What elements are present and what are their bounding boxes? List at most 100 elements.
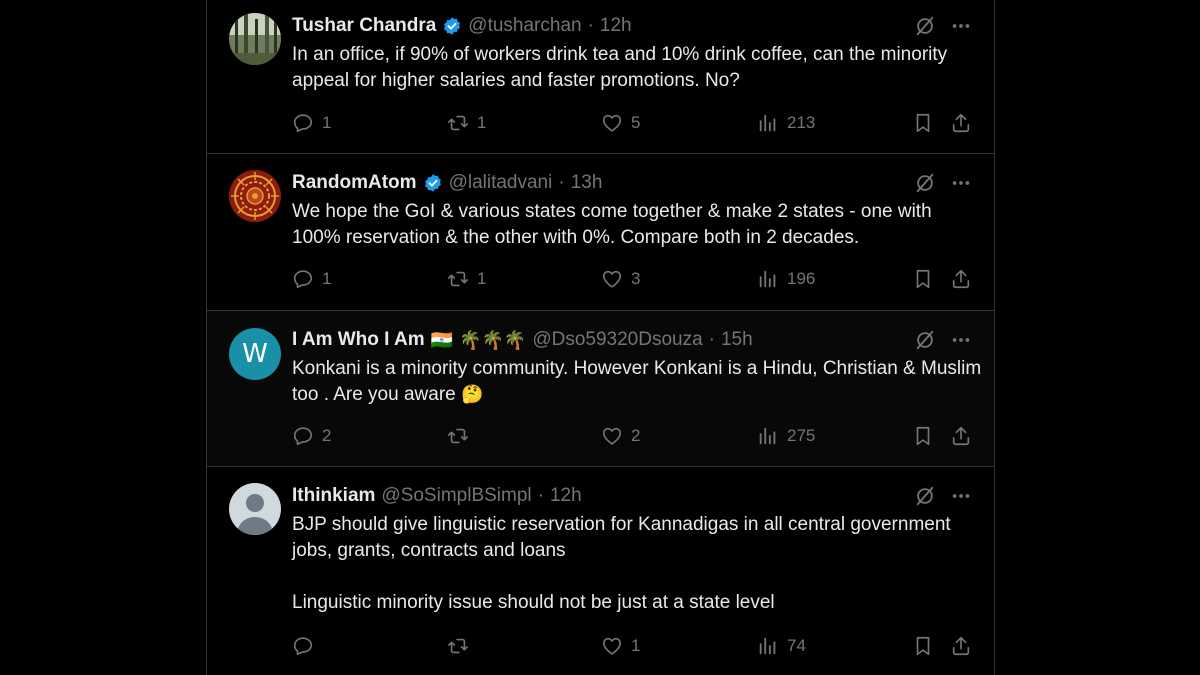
bookmark-icon — [916, 636, 930, 656]
tweet-text: Konkani is a minority community. However… — [292, 356, 982, 408]
views-icon — [759, 270, 776, 288]
views-count: 74 — [787, 636, 806, 655]
more-icon[interactable] — [950, 485, 972, 507]
like-icon — [602, 637, 622, 655]
timeline-column: Tushar Chandra @tusharchan · 12h In an o… — [206, 0, 995, 675]
like-count: 5 — [631, 113, 641, 132]
reply-button[interactable]: 2 — [292, 425, 331, 447]
more-icon[interactable] — [950, 172, 972, 194]
views-button[interactable]: 196 — [757, 268, 815, 290]
thinking-face-emoji: 🤔 — [461, 384, 484, 404]
views-button[interactable]: 213 — [757, 112, 815, 134]
timestamp[interactable]: 12h — [550, 485, 582, 507]
retweet-button[interactable] — [447, 425, 477, 447]
retweet-button[interactable] — [447, 635, 477, 657]
author-name[interactable]: Tushar Chandra — [292, 15, 436, 37]
author-handle[interactable]: @tusharchan — [468, 15, 581, 37]
author-name[interactable]: I Am Who I Am — [292, 329, 425, 351]
reply-icon — [293, 637, 313, 656]
author-name[interactable]: Ithinkiam — [292, 485, 375, 507]
tweet-text: BJP should give linguistic reservation f… — [292, 514, 951, 613]
like-icon — [602, 114, 622, 132]
tweet-text-body: Konkani is a minority community. However… — [292, 358, 982, 405]
more-icon[interactable] — [950, 329, 972, 351]
india-flag-emoji: 🇮🇳 — [430, 330, 454, 350]
tweet-text: We hope the GoI & various states come to… — [292, 201, 932, 248]
author-handle[interactable]: @Dso59320Dsouza — [532, 329, 702, 351]
retweet-count: 1 — [477, 113, 487, 132]
reply-button[interactable] — [292, 635, 322, 657]
reply-button[interactable]: 1 — [292, 268, 331, 290]
tweet[interactable]: Tushar Chandra @tusharchan · 12h In an o… — [207, 0, 994, 154]
share-icon — [952, 269, 970, 289]
more-icon[interactable] — [950, 15, 972, 37]
share-icon — [952, 113, 970, 133]
views-count: 275 — [787, 426, 816, 445]
views-icon — [759, 427, 776, 445]
verified-badge-icon — [423, 173, 443, 193]
grok-icon[interactable] — [914, 485, 936, 507]
views-button[interactable]: 275 — [757, 425, 815, 447]
tweet[interactable]: W I Am Who I Am 🇮🇳 🌴🌴🌴 @Dso59320Dsouza ·… — [207, 311, 994, 467]
verified-badge-icon — [442, 16, 462, 36]
timestamp[interactable]: 12h — [600, 15, 632, 37]
like-button[interactable]: 2 — [601, 425, 640, 447]
timestamp[interactable]: 13h — [571, 172, 603, 194]
author-handle[interactable]: @lalitadvani — [449, 172, 553, 194]
share-button[interactable] — [950, 112, 972, 134]
bookmark-button[interactable] — [912, 635, 934, 657]
avatar-letter: W — [242, 339, 268, 369]
avatar[interactable] — [229, 13, 281, 65]
views-count: 196 — [787, 269, 816, 288]
share-icon — [952, 636, 970, 656]
bookmark-icon — [916, 269, 930, 289]
bookmark-button[interactable] — [912, 268, 934, 290]
tweet[interactable]: Ithinkiam @SoSimplBSimpl · 12h BJP shoul… — [207, 467, 994, 675]
tweet-actions: 2 2 275 — [292, 425, 972, 451]
separator-dot: · — [537, 485, 544, 506]
tweet-text: In an office, if 90% of workers drink te… — [292, 44, 948, 91]
share-icon — [952, 426, 970, 446]
grok-icon[interactable] — [914, 329, 936, 351]
grok-icon[interactable] — [914, 172, 936, 194]
views-button[interactable]: 74 — [757, 635, 806, 657]
reply-icon — [293, 427, 313, 446]
timestamp[interactable]: 15h — [721, 329, 753, 351]
retweet-icon — [448, 638, 468, 654]
like-button[interactable]: 1 — [601, 635, 640, 657]
reply-button[interactable]: 1 — [292, 112, 331, 134]
retweet-icon — [448, 115, 468, 131]
retweet-count: 1 — [477, 269, 487, 288]
bookmark-icon — [916, 113, 930, 133]
views-count: 213 — [787, 113, 816, 132]
share-button[interactable] — [950, 268, 972, 290]
bookmark-button[interactable] — [912, 112, 934, 134]
tweet-actions: 1 1 5 213 — [292, 112, 972, 138]
views-icon — [759, 637, 776, 655]
palm-tree-emoji: 🌴🌴🌴 — [459, 330, 527, 350]
retweet-button[interactable]: 1 — [447, 112, 486, 134]
retweet-icon — [448, 428, 468, 444]
retweet-icon — [448, 271, 468, 287]
reply-icon — [293, 270, 313, 289]
author-name[interactable]: RandomAtom — [292, 172, 417, 194]
bookmark-button[interactable] — [912, 425, 934, 447]
like-count: 3 — [631, 269, 641, 288]
like-button[interactable]: 5 — [601, 112, 640, 134]
separator-dot: · — [587, 15, 594, 36]
retweet-button[interactable]: 1 — [447, 268, 486, 290]
avatar[interactable]: W — [229, 328, 281, 380]
views-icon — [759, 114, 776, 132]
avatar[interactable] — [229, 170, 281, 222]
like-count: 2 — [631, 426, 641, 445]
reply-count: 1 — [322, 269, 332, 288]
share-button[interactable] — [950, 635, 972, 657]
avatar[interactable] — [229, 483, 281, 535]
share-button[interactable] — [950, 425, 972, 447]
grok-icon[interactable] — [914, 15, 936, 37]
tweet-actions: 1 74 — [292, 635, 972, 661]
like-button[interactable]: 3 — [601, 268, 640, 290]
bookmark-icon — [916, 426, 930, 446]
author-handle[interactable]: @SoSimplBSimpl — [381, 485, 531, 507]
tweet[interactable]: RandomAtom @lalitadvani · 13h We hope th… — [207, 154, 994, 311]
